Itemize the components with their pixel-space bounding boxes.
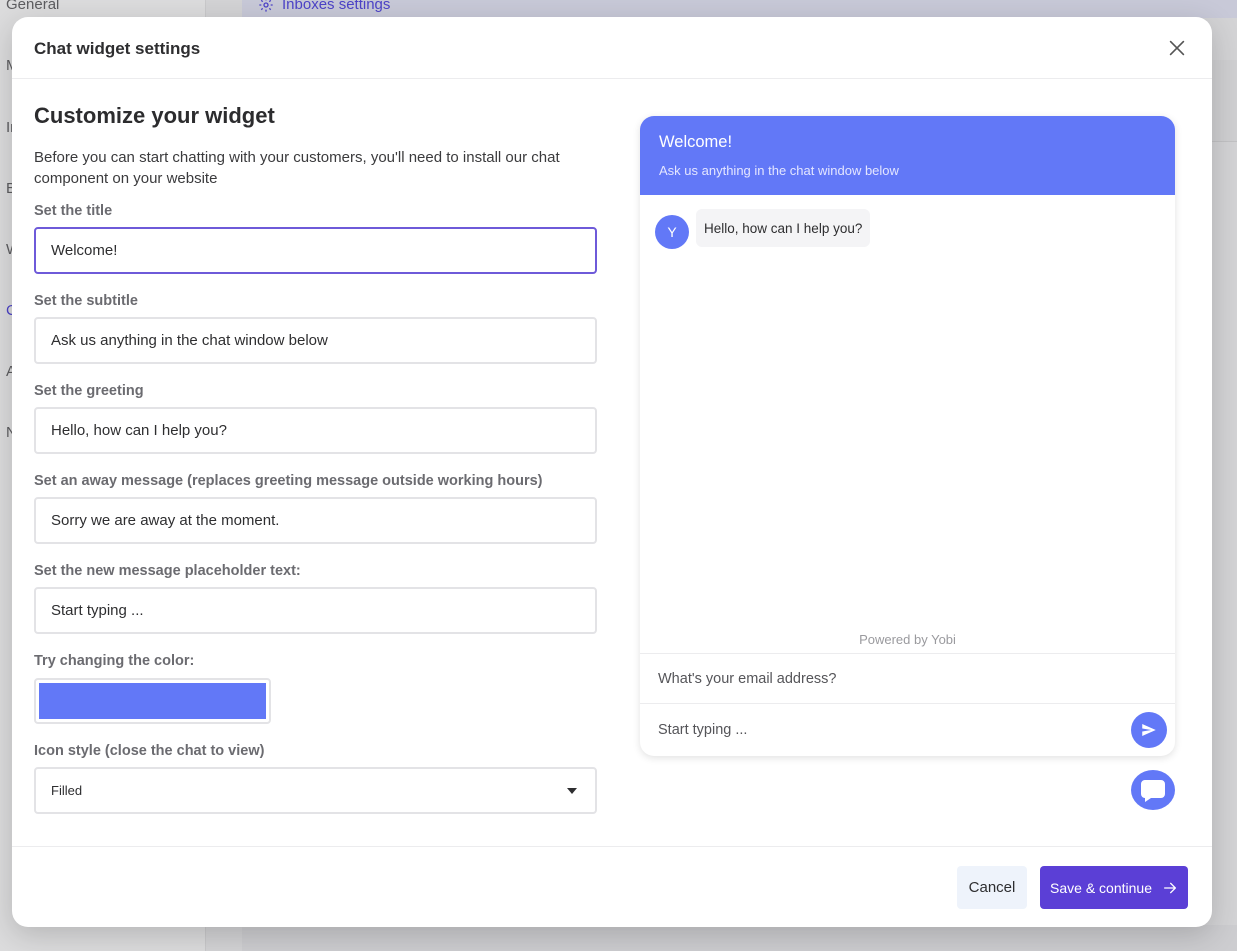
widget-preview: Welcome! Ask us anything in the chat win… [640, 116, 1175, 756]
subtitle-input[interactable] [34, 317, 597, 364]
subtitle-label: Set the subtitle [34, 293, 138, 309]
gear-icon [259, 0, 273, 12]
icon-style-group: Icon style (close the chat to view) Fill… [34, 743, 597, 814]
preview-header: Welcome! Ask us anything in the chat win… [640, 116, 1175, 195]
modal-title: Chat widget settings [34, 39, 201, 58]
placeholder-group: Set the new message placeholder text: [34, 563, 597, 634]
breadcrumb: Inboxes settings [258, 0, 390, 13]
away-message-label: Set an away message (replaces greeting m… [34, 473, 543, 489]
title-label: Set the title [34, 203, 113, 219]
subtitle-group: Set the subtitle [34, 293, 597, 364]
send-icon [1142, 724, 1156, 736]
cancel-button[interactable]: Cancel [957, 866, 1027, 909]
title-group: Set the title [34, 203, 597, 274]
settings-form: Customize your widget Before you can sta… [34, 103, 597, 833]
color-label: Try changing the color: [34, 653, 195, 669]
modal-footer: Cancel Save & continue [12, 846, 1212, 927]
background-topbar [242, 0, 1237, 18]
placeholder-input[interactable] [34, 587, 597, 634]
greeting-group: Set the greeting [34, 383, 597, 454]
title-input[interactable] [34, 227, 597, 274]
chat-bubble-icon [1141, 780, 1165, 802]
close-icon [1169, 40, 1185, 56]
powered-by: Powered by Yobi [859, 632, 956, 647]
icon-style-label: Icon style (close the chat to view) [34, 743, 265, 759]
background-bottom [242, 925, 1237, 951]
section-description: Before you can start chatting with your … [34, 149, 560, 187]
preview-message-placeholder: Start typing ... [658, 722, 748, 738]
modal-header: Chat widget settings [12, 17, 1212, 79]
preview-title: Welcome! [659, 133, 733, 151]
color-picker[interactable] [34, 678, 271, 724]
section-heading: Customize your widget [34, 103, 275, 128]
icon-style-value: Filled [51, 783, 83, 798]
breadcrumb-label: Inboxes settings [282, 0, 391, 13]
placeholder-label: Set the new message placeholder text: [34, 563, 301, 579]
save-continue-button[interactable]: Save & continue [1040, 866, 1188, 909]
greeting-input[interactable] [34, 407, 597, 454]
greeting-label: Set the greeting [34, 383, 144, 399]
preview-message-field[interactable]: Start typing ... [640, 704, 1175, 756]
arrow-right-icon [1163, 882, 1176, 893]
save-continue-label: Save & continue [1050, 879, 1152, 896]
away-message-input[interactable] [34, 497, 597, 544]
color-swatch [39, 683, 266, 719]
away-message-group: Set an away message (replaces greeting m… [34, 473, 597, 544]
send-button[interactable] [1131, 712, 1167, 748]
chevron-down-icon [567, 788, 577, 794]
greeting-bubble: Hello, how can I help you? [696, 209, 871, 247]
sidebar-item: General [6, 0, 60, 13]
preview-subtitle: Ask us anything in the chat window below [659, 163, 899, 178]
preview-body: Y Hello, how can I help you? Powered by … [640, 195, 1175, 653]
close-button[interactable] [1166, 37, 1188, 59]
avatar: Y [655, 215, 689, 249]
color-group: Try changing the color: [34, 653, 597, 724]
chat-launcher[interactable] [1131, 770, 1175, 810]
chat-widget-settings-modal: Chat widget settings Customize your widg… [12, 17, 1212, 927]
icon-style-select[interactable]: Filled [34, 767, 597, 814]
preview-email-field[interactable]: What's your email address? [640, 653, 1175, 704]
